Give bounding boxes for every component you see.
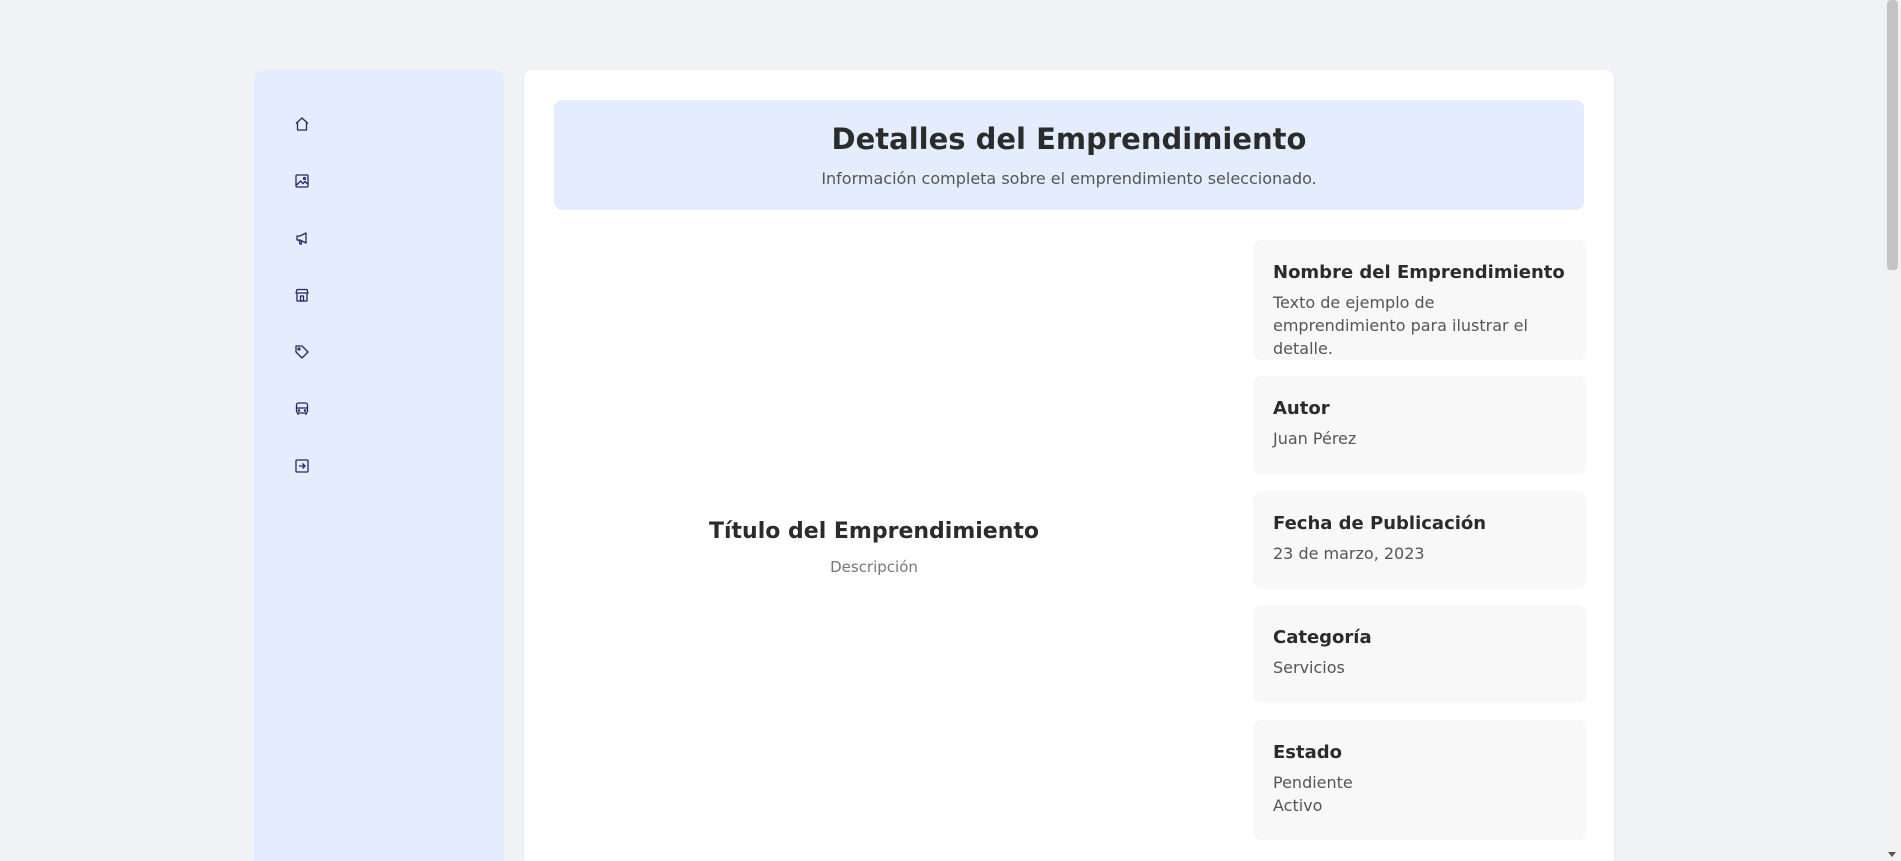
detail-label: Nombre del Emprendimiento xyxy=(1273,262,1565,283)
detail-card-category: Categoría Servicios xyxy=(1253,605,1586,703)
status-value-active: Activo xyxy=(1273,796,1323,815)
preview-description: Descripción xyxy=(830,558,918,576)
home-icon xyxy=(295,117,309,131)
main-content: Detalles del Emprendimiento Información … xyxy=(524,70,1614,861)
megaphone-icon xyxy=(296,232,307,245)
sidebar-item-home[interactable] xyxy=(284,106,320,142)
emprendimiento-preview: Título del Emprendimiento Descripción xyxy=(554,240,1194,860)
detail-value: Servicios xyxy=(1273,658,1345,677)
scrollbar-thumb[interactable] xyxy=(1887,0,1898,270)
detail-label: Autor xyxy=(1273,398,1330,419)
detail-card-status: Estado Pendiente Activo xyxy=(1253,720,1586,840)
sidebar xyxy=(254,70,504,861)
page-header: Detalles del Emprendimiento Información … xyxy=(554,100,1584,210)
sidebar-item-gallery[interactable] xyxy=(284,163,320,199)
tag-icon xyxy=(295,345,309,359)
page-subtitle: Información completa sobre el emprendimi… xyxy=(821,169,1317,188)
image-icon xyxy=(295,174,309,188)
sidebar-item-logout[interactable] xyxy=(284,448,320,484)
scroll-down-icon[interactable] xyxy=(1888,852,1896,857)
logout-icon xyxy=(295,459,309,473)
status-value-pending: Pendiente xyxy=(1273,773,1353,792)
detail-value: Texto de ejemplo de emprendimiento para … xyxy=(1273,293,1528,358)
page-title: Detalles del Emprendimiento xyxy=(831,122,1307,156)
detail-card-author: Autor Juan Pérez xyxy=(1253,376,1586,474)
detail-value: Juan Pérez xyxy=(1273,429,1357,448)
sidebar-item-store[interactable] xyxy=(284,277,320,313)
store-icon xyxy=(295,288,309,302)
detail-label: Fecha de Publicación xyxy=(1273,513,1487,534)
detail-label: Categoría xyxy=(1273,627,1372,648)
bus-icon xyxy=(295,402,309,415)
page-scrollbar[interactable] xyxy=(1884,0,1901,861)
detail-card-name: Nombre del Emprendimiento Texto de ejemp… xyxy=(1253,240,1586,360)
sidebar-item-announcements[interactable] xyxy=(284,220,320,256)
detail-card-date: Fecha de Publicación 23 de marzo, 2023 xyxy=(1253,491,1586,589)
detail-value: 23 de marzo, 2023 xyxy=(1273,544,1425,563)
sidebar-item-transport[interactable] xyxy=(284,391,320,427)
preview-title: Título del Emprendimiento xyxy=(708,519,1039,544)
detail-label: Estado xyxy=(1273,742,1343,763)
sidebar-item-promotions[interactable] xyxy=(284,334,320,370)
